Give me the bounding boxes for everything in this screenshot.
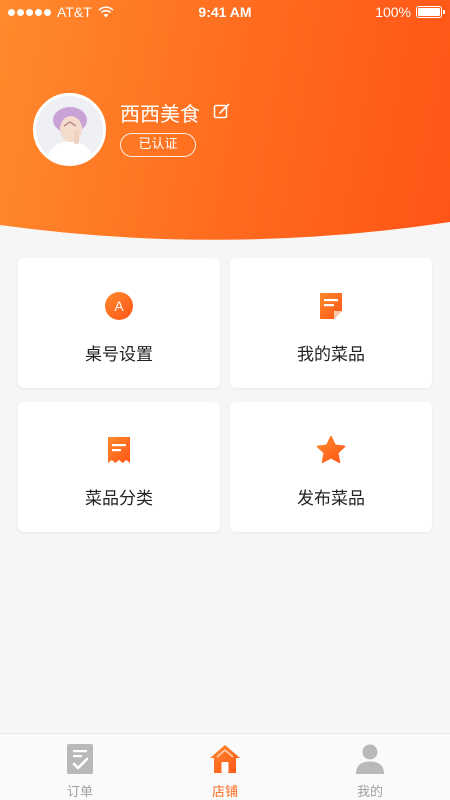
table-settings-card[interactable]: A 桌号设置 bbox=[18, 258, 220, 388]
tab-shop[interactable]: 店铺 bbox=[150, 734, 300, 800]
status-bar: AT&T 9:41 AM 100% bbox=[0, 0, 450, 24]
dish-categories-card[interactable]: 菜品分类 bbox=[18, 402, 220, 532]
publish-dish-card[interactable]: 发布菜品 bbox=[230, 402, 432, 532]
tab-bar: 订单 店铺 我的 bbox=[0, 733, 450, 800]
edit-icon[interactable] bbox=[213, 102, 231, 120]
my-dishes-card[interactable]: 我的菜品 bbox=[230, 258, 432, 388]
shop-name: 西西美食 bbox=[120, 102, 200, 126]
user-icon bbox=[356, 744, 384, 774]
card-label: 发布菜品 bbox=[297, 489, 365, 509]
document-icon bbox=[320, 293, 342, 319]
battery-status: 100% bbox=[375, 4, 445, 20]
tab-label: 订单 bbox=[66, 785, 93, 800]
avatar[interactable] bbox=[33, 93, 106, 166]
tab-label: 我的 bbox=[356, 785, 383, 800]
tab-orders[interactable]: 订单 bbox=[5, 734, 155, 800]
receipt-icon bbox=[108, 437, 130, 463]
letter-a-icon: A bbox=[105, 292, 133, 320]
card-label: 我的菜品 bbox=[297, 345, 365, 365]
star-icon bbox=[316, 435, 346, 464]
battery-percent: 100% bbox=[375, 4, 411, 20]
tab-label: 店铺 bbox=[211, 785, 238, 800]
verified-badge: 已认证 bbox=[120, 133, 196, 157]
home-icon bbox=[210, 745, 240, 773]
avatar-image bbox=[36, 96, 103, 163]
svg-text:A: A bbox=[114, 298, 124, 314]
card-label: 菜品分类 bbox=[85, 489, 153, 509]
card-label: 桌号设置 bbox=[85, 345, 153, 365]
tab-mine[interactable]: 我的 bbox=[295, 734, 445, 800]
clipboard-check-icon bbox=[67, 744, 93, 774]
battery-icon bbox=[416, 6, 445, 18]
